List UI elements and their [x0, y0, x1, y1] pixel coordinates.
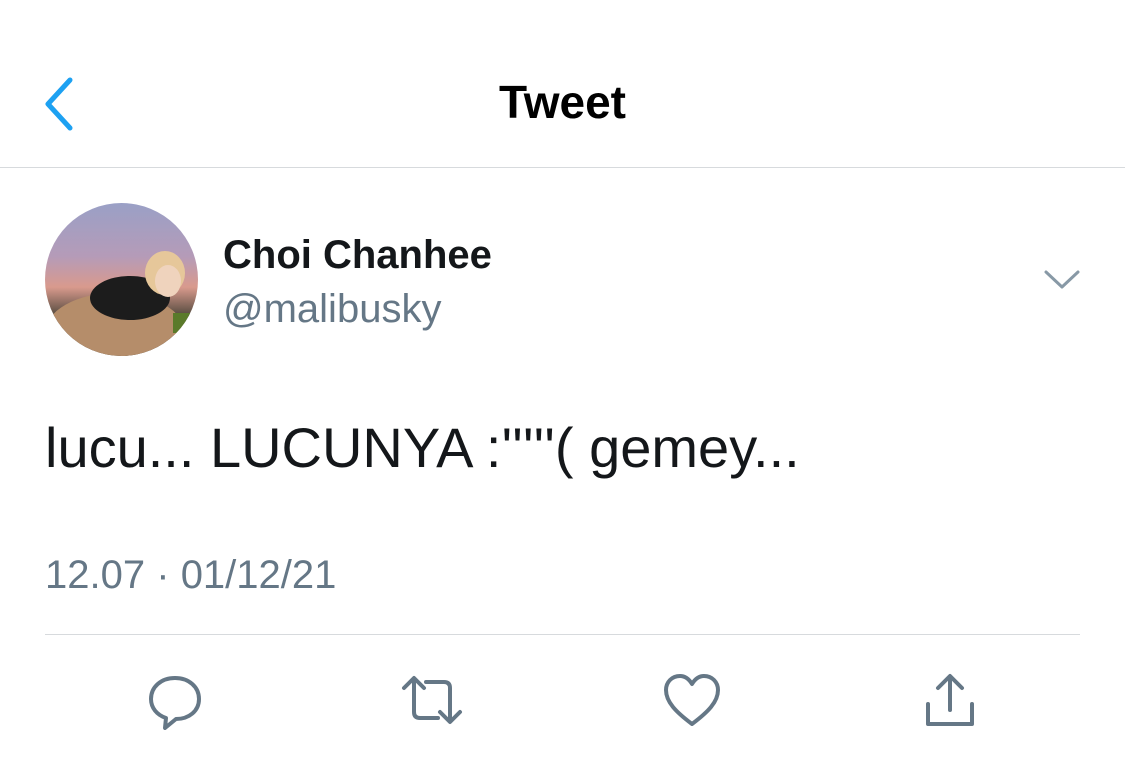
- share-button[interactable]: [918, 668, 982, 732]
- avatar-photo: [45, 203, 198, 356]
- chevron-down-icon: [1044, 270, 1080, 289]
- retweet-button[interactable]: [400, 668, 464, 732]
- tweet-time: 12.07: [45, 553, 146, 597]
- like-icon: [664, 674, 720, 726]
- share-icon: [926, 674, 974, 726]
- author-handle[interactable]: @malibusky: [223, 284, 441, 334]
- avatar[interactable]: [45, 203, 198, 356]
- timestamp-separator: ·: [156, 553, 170, 597]
- tweet-text: lucu... LUCUNYA :'''''( gemey...: [45, 416, 800, 479]
- tweet-date: 01/12/21: [180, 553, 337, 597]
- retweet-icon: [402, 676, 462, 724]
- navigation-header: Tweet: [0, 0, 1125, 168]
- like-button[interactable]: [660, 668, 724, 732]
- reply-icon: [149, 676, 201, 730]
- more-options-button[interactable]: [1040, 260, 1084, 300]
- tweet-detail-screen: Tweet Choi Chanhee @malibusky lucu... LU…: [0, 0, 1125, 759]
- tweet-timestamp: 12.07 · 01/12/21: [45, 550, 336, 600]
- author-name[interactable]: Choi Chanhee: [223, 230, 492, 280]
- page-title: Tweet: [499, 76, 626, 128]
- divider: [45, 634, 1080, 635]
- reply-button[interactable]: [143, 668, 207, 732]
